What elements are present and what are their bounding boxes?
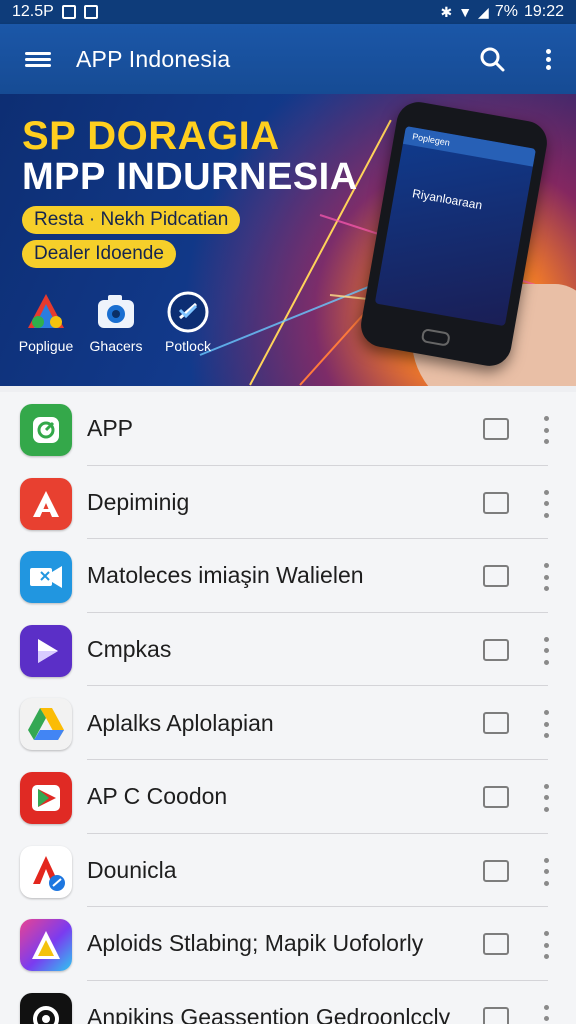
more-vert-icon[interactable] xyxy=(538,710,554,739)
app-bar: APP Indonesia xyxy=(0,24,576,94)
black-app-icon xyxy=(20,992,72,1024)
red-play-icon xyxy=(20,771,72,824)
list-item[interactable]: Aplalks Aplolapian xyxy=(0,686,576,760)
list-item-label: APP xyxy=(87,415,134,442)
banner-icon-label: Popligue xyxy=(18,338,74,354)
battery-level: 7% xyxy=(494,3,518,20)
list-item[interactable]: Dounicla xyxy=(0,834,576,908)
app-list: APP Depiminig Matoleces imiaşin Walielen… xyxy=(0,392,576,1024)
more-vert-icon[interactable] xyxy=(538,931,554,960)
banner-icon-ghacers[interactable]: Ghacers xyxy=(86,290,146,354)
phone-header: Poplegen xyxy=(402,126,537,167)
status-clock: 19:22 xyxy=(523,3,564,20)
list-item-label: Depiminig xyxy=(87,488,190,515)
select-checkbox[interactable] xyxy=(483,638,509,661)
more-vert-icon[interactable] xyxy=(520,24,576,94)
select-checkbox[interactable] xyxy=(483,565,509,588)
banner-headline-2: MPP INDURNESIA xyxy=(22,156,358,198)
more-vert-icon[interactable] xyxy=(538,1004,554,1024)
banner-icon-popligue[interactable]: Popligue xyxy=(16,290,76,354)
notification-icon xyxy=(61,5,76,19)
wifi-icon: ▼ xyxy=(458,4,473,20)
select-checkbox[interactable] xyxy=(483,712,509,735)
select-checkbox[interactable] xyxy=(483,491,509,514)
bluetooth-icon: ✱ xyxy=(440,3,453,20)
list-item[interactable]: Aploids Stlabing; Mapik Uofolorly xyxy=(0,907,576,981)
more-vert-icon[interactable] xyxy=(538,783,554,812)
more-vert-icon[interactable] xyxy=(538,563,554,592)
list-item[interactable]: Cmpkas xyxy=(0,613,576,687)
list-item-label: AP C Coodon xyxy=(87,783,228,810)
more-vert-icon[interactable] xyxy=(538,636,554,665)
banner-icon-potlock[interactable]: Potlock xyxy=(158,290,218,354)
menu-icon[interactable] xyxy=(0,24,76,94)
select-checkbox[interactable] xyxy=(483,1006,509,1024)
list-item-label: Anpikins Geassention Gedroonlccly xyxy=(87,1004,451,1024)
app-shapes-icon xyxy=(24,290,68,334)
signal-icon: ◢ xyxy=(478,3,489,20)
select-checkbox[interactable] xyxy=(483,418,509,440)
select-checkbox[interactable] xyxy=(483,785,509,808)
list-item[interactable]: Depiminig xyxy=(0,466,576,540)
red-a-icon xyxy=(20,477,72,530)
banner-icon-label: Ghacers xyxy=(89,338,143,354)
acrobat-icon xyxy=(20,845,72,898)
phone-text: Riyanloaraan xyxy=(411,186,484,213)
camera-icon xyxy=(94,290,138,334)
status-time-left: 12.5P xyxy=(12,3,54,20)
select-checkbox[interactable] xyxy=(483,859,509,882)
search-icon[interactable] xyxy=(464,24,520,94)
select-checkbox[interactable] xyxy=(483,933,509,956)
list-item-label: Aploids Stlabing; Mapik Uofolorly xyxy=(87,930,424,957)
list-item[interactable]: AP C Coodon xyxy=(0,760,576,834)
banner-pill-2: Dealer Idoende xyxy=(22,240,176,268)
gradient-a-icon xyxy=(20,919,72,972)
banner-pill-1: Resta · Nekh Pidcatian xyxy=(22,206,241,234)
drive-icon xyxy=(20,698,72,751)
list-item[interactable]: APP xyxy=(0,392,576,466)
list-item[interactable]: Matoleces imiaşin Walielen xyxy=(0,539,576,613)
list-item-label: Aplalks Aplolapian xyxy=(87,709,274,736)
list-item-label: Cmpkas xyxy=(87,636,172,663)
lock-badge-icon xyxy=(166,290,210,334)
image-notification-icon xyxy=(83,5,98,19)
purple-play-icon xyxy=(20,624,72,677)
app-title: APP Indonesia xyxy=(76,45,231,72)
list-item[interactable]: Anpikins Geassention Gedroonlccly xyxy=(0,981,576,1024)
blue-mail-icon xyxy=(20,551,72,604)
banner-icon-label: Potlock xyxy=(165,338,211,354)
list-item-label: Dounicla xyxy=(87,856,177,883)
promo-banner[interactable]: SP DORAGIA MPP INDURNESIA Resta · Nekh P… xyxy=(0,94,576,386)
more-vert-icon[interactable] xyxy=(538,416,554,444)
more-vert-icon[interactable] xyxy=(538,489,554,518)
list-item-label: Matoleces imiaşin Walielen xyxy=(87,562,364,589)
status-bar: 12.5P ✱ ▼ ◢ 7% 19:22 xyxy=(0,0,576,24)
banner-headline-1: SP DORAGIA xyxy=(22,114,280,158)
more-vert-icon[interactable] xyxy=(538,857,554,886)
green-app-icon xyxy=(20,404,72,456)
